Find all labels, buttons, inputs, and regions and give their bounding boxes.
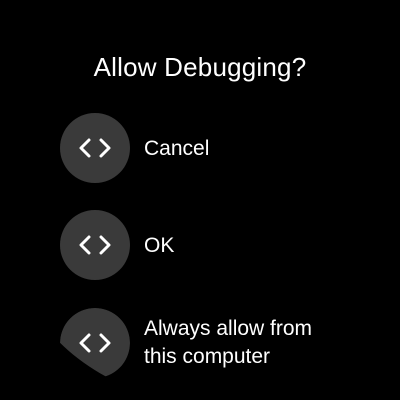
ok-button[interactable]: OK xyxy=(60,210,360,280)
always-allow-icon-button[interactable] xyxy=(60,308,130,378)
always-allow-label: Always allow from this computer xyxy=(144,315,312,371)
dialog-title: Allow Debugging? xyxy=(93,52,307,82)
cancel-label: Cancel xyxy=(144,136,210,160)
ok-icon-button[interactable] xyxy=(60,210,130,280)
cancel-button[interactable]: Cancel xyxy=(60,113,360,183)
always-allow-label-line1: Always allow from xyxy=(144,317,313,340)
always-allow-button[interactable]: Always allow from this computer xyxy=(60,308,360,378)
code-brackets-icon xyxy=(79,138,111,158)
always-allow-label-line2: this computer xyxy=(144,345,271,368)
ok-label: OK xyxy=(144,233,175,257)
code-brackets-icon xyxy=(79,235,111,255)
cancel-icon-button[interactable] xyxy=(60,113,130,183)
code-brackets-icon xyxy=(79,333,111,353)
watch-screen: Allow Debugging? Cancel OK Always allow … xyxy=(0,0,400,400)
